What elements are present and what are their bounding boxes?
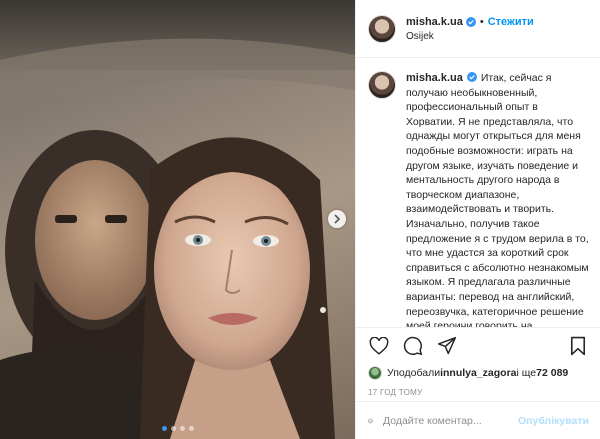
photo-illustration	[0, 0, 355, 439]
emoji-icon[interactable]	[368, 411, 373, 431]
share-button[interactable]	[436, 335, 458, 357]
follow-button[interactable]: Стежити	[488, 16, 534, 28]
comment-composer: Опублікувати	[356, 401, 600, 439]
likes-suffix: і ще	[516, 367, 537, 379]
like-button[interactable]	[368, 335, 390, 357]
carousel-dot	[179, 426, 185, 431]
comment-button[interactable]	[402, 335, 424, 357]
publish-button[interactable]: Опублікувати	[518, 415, 589, 427]
liker-username[interactable]: innulya_zagora	[440, 367, 516, 379]
carousel-dot	[170, 426, 176, 431]
likes-summary: Уподобали innulya_zagora і ще 72 089	[368, 366, 589, 380]
comment-input[interactable]	[382, 414, 518, 427]
carousel-dot	[188, 426, 194, 431]
author-username[interactable]: misha.k.ua	[406, 16, 463, 28]
liker-avatar[interactable]	[368, 366, 382, 380]
caption-text: misha.k.ua Итак, сейчас я получаю необыкн…	[406, 71, 589, 327]
separator-dot: •	[479, 15, 484, 28]
instagram-post: misha.k.ua • Стежити Osijek misha.k.ua Ит…	[0, 0, 600, 439]
paper-plane-icon	[437, 336, 457, 355]
verified-badge-icon	[466, 72, 477, 82]
post-actions: Уподобали innulya_zagora і ще 72 089 17 …	[356, 327, 600, 397]
caption-section: misha.k.ua Итак, сейчас я получаю необыкн…	[356, 59, 600, 327]
location-link[interactable]: Osijek	[406, 31, 534, 42]
caption-avatar[interactable]	[368, 71, 396, 99]
avatar[interactable]	[368, 14, 396, 43]
chevron-right-icon	[334, 214, 341, 224]
bookmark-icon	[570, 336, 586, 356]
post-photo[interactable]	[0, 0, 355, 439]
next-photo-button[interactable]	[328, 210, 346, 228]
likes-prefix: Уподобали	[387, 367, 441, 379]
likes-count[interactable]: 72 089	[536, 367, 568, 379]
post-side-panel: misha.k.ua • Стежити Osijek misha.k.ua Ит…	[355, 0, 600, 439]
carousel-dot	[161, 426, 167, 431]
comment-icon	[403, 336, 423, 356]
caption-body: Итак, сейчас я получаю необыкновенный, п…	[406, 72, 589, 327]
post-timestamp[interactable]: 17 ГОД ТОМУ	[368, 388, 589, 397]
post-header: misha.k.ua • Стежити Osijek	[356, 0, 600, 58]
carousel-indicator	[0, 426, 355, 431]
heart-icon	[369, 337, 389, 355]
save-button[interactable]	[567, 335, 589, 357]
verified-badge-icon	[465, 16, 476, 27]
caption-username[interactable]: misha.k.ua	[406, 72, 463, 84]
